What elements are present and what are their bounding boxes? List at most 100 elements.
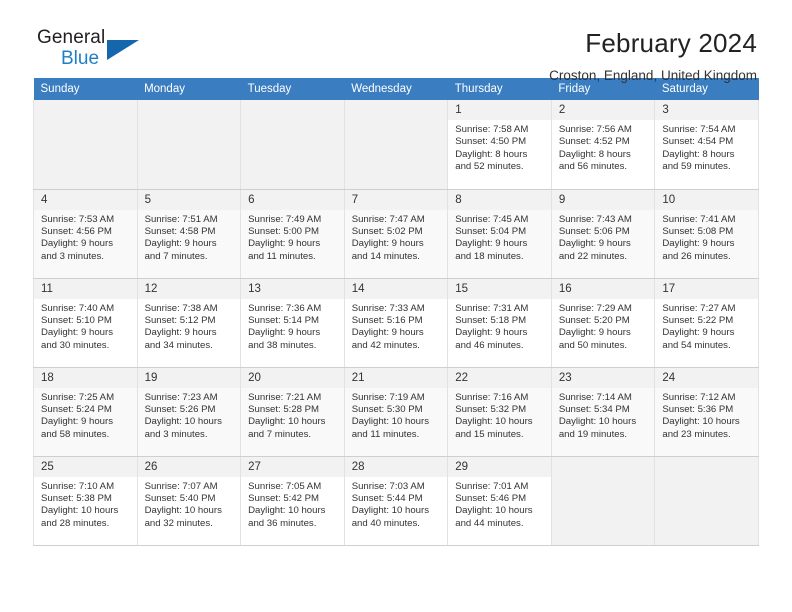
day-number: 4 xyxy=(34,189,137,210)
weekday-header-monday: Monday xyxy=(137,78,241,100)
calendar-day-cell[interactable]: 21 Sunrise: 7:19 AM Sunset: 5:30 PM Dayligh… xyxy=(343,367,449,457)
sunrise-text: Sunrise: 7:12 AM xyxy=(662,391,736,403)
calendar-day-cell[interactable]: 11 Sunrise: 7:40 AM Sunset: 5:10 PM Dayligh… xyxy=(33,278,138,368)
sunset-text: Sunset: 5:24 PM xyxy=(41,403,112,415)
calendar-day-cell[interactable]: 14 Sunrise: 7:33 AM Sunset: 5:16 PM Dayligh… xyxy=(343,278,449,368)
daylight-text-line2: and 59 minutes. xyxy=(662,161,731,173)
sunrise-text: Sunrise: 7:45 AM xyxy=(455,213,529,225)
calendar-day-cell[interactable]: 15 Sunrise: 7:31 AM Sunset: 5:18 PM Dayligh… xyxy=(447,278,552,368)
calendar-day-cell[interactable]: 6 Sunrise: 7:49 AM Sunset: 5:00 PM Daylight… xyxy=(240,189,345,279)
calendar-day-cell[interactable]: 3 Sunrise: 7:54 AM Sunset: 4:54 PM Daylight… xyxy=(654,100,759,190)
day-number: 22 xyxy=(448,367,551,388)
daylight-text-line1: Daylight: 9 hours xyxy=(662,238,735,250)
day-details: Sunrise: 7:56 AM Sunset: 4:52 PM Daylight:… xyxy=(552,120,655,174)
day-number: 7 xyxy=(344,189,448,210)
calendar-day-cell[interactable]: 23 Sunrise: 7:14 AM Sunset: 5:34 PM Dayligh… xyxy=(550,367,656,457)
calendar-day-cell[interactable]: 29 Sunrise: 7:01 AM Sunset: 5:46 PM Dayligh… xyxy=(447,456,552,546)
daylight-text-line2: and 58 minutes. xyxy=(41,428,110,440)
day-number: 17 xyxy=(655,278,758,299)
sunrise-text: Sunrise: 7:27 AM xyxy=(662,302,736,314)
daylight-text-line1: Daylight: 8 hours xyxy=(662,148,735,160)
day-number: 9 xyxy=(551,189,655,210)
sunrise-text: Sunrise: 7:25 AM xyxy=(41,391,115,403)
calendar-page: General Blue February 2024 Croston, Engl… xyxy=(0,0,792,612)
calendar-day-cell[interactable]: 24 Sunrise: 7:12 AM Sunset: 5:36 PM Dayligh… xyxy=(654,367,759,457)
sunrise-text: Sunrise: 7:54 AM xyxy=(662,124,736,135)
calendar-day-cell[interactable]: 4 Sunrise: 7:53 AM Sunset: 4:56 PM Daylight… xyxy=(33,189,138,279)
day-number: 11 xyxy=(34,278,137,299)
daylight-text-line1: Daylight: 9 hours xyxy=(41,327,113,339)
calendar-day-cell[interactable]: 22 Sunrise: 7:16 AM Sunset: 5:32 PM Dayligh… xyxy=(447,367,552,457)
daylight-text-line2: and 11 minutes. xyxy=(248,250,316,262)
day-details: Sunrise: 7:05 AM Sunset: 5:42 PM Daylight:… xyxy=(241,477,344,531)
daylight-text-line2: and 36 minutes. xyxy=(248,517,317,529)
calendar-day-cell[interactable]: 1 Sunrise: 7:58 AM Sunset: 4:50 PM Daylight… xyxy=(447,100,552,190)
calendar-day-cell[interactable]: 10 Sunrise: 7:41 AM Sunset: 5:08 PM Dayligh… xyxy=(654,189,759,279)
day-details: Sunrise: 7:12 AM Sunset: 5:36 PM Daylight:… xyxy=(655,388,758,442)
daylight-text-line1: Daylight: 9 hours xyxy=(248,238,321,250)
day-details: Sunrise: 7:07 AM Sunset: 5:40 PM Daylight:… xyxy=(138,477,241,531)
daylight-text-line2: and 26 minutes. xyxy=(662,250,731,262)
calendar-day-cell[interactable]: 7 Sunrise: 7:47 AM Sunset: 5:02 PM Daylight… xyxy=(343,189,449,279)
sunset-text: Sunset: 4:50 PM xyxy=(455,136,527,148)
calendar-day-cell[interactable]: 8 Sunrise: 7:45 AM Sunset: 5:04 PM Daylight… xyxy=(447,189,552,279)
sunset-text: Sunset: 5:26 PM xyxy=(144,403,216,415)
sunrise-text: Sunrise: 7:41 AM xyxy=(662,213,736,225)
calendar-day-cell[interactable]: 17 Sunrise: 7:27 AM Sunset: 5:22 PM Dayligh… xyxy=(654,278,759,368)
calendar-day-cell[interactable]: 5 Sunrise: 7:51 AM Sunset: 4:58 PM Daylight… xyxy=(136,189,242,279)
calendar-day-cell[interactable]: 18 Sunrise: 7:25 AM Sunset: 5:24 PM Dayligh… xyxy=(33,367,138,457)
daylight-text-line2: and 50 minutes. xyxy=(558,339,628,351)
day-details: Sunrise: 7:31 AM Sunset: 5:18 PM Daylight:… xyxy=(448,299,551,353)
day-details: Sunrise: 7:47 AM Sunset: 5:02 PM Daylight:… xyxy=(345,210,448,264)
daylight-text-line1: Daylight: 10 hours xyxy=(248,505,326,517)
day-number: 28 xyxy=(344,456,448,477)
daylight-text-line2: and 7 minutes. xyxy=(248,428,312,440)
calendar-week-row: 4 Sunrise: 7:53 AM Sunset: 4:56 PM Daylight… xyxy=(33,189,759,279)
sunrise-text: Sunrise: 7:19 AM xyxy=(351,391,425,403)
day-details: Sunrise: 7:03 AM Sunset: 5:44 PM Daylight:… xyxy=(345,477,448,531)
daylight-text-line1: Daylight: 9 hours xyxy=(144,238,217,250)
sunrise-text: Sunrise: 7:36 AM xyxy=(248,302,322,314)
sunrise-text: Sunrise: 7:05 AM xyxy=(248,480,322,492)
sunset-text: Sunset: 5:16 PM xyxy=(351,314,423,326)
sunset-text: Sunset: 5:10 PM xyxy=(41,314,112,326)
calendar-day-cell[interactable]: 2 Sunrise: 7:56 AM Sunset: 4:52 PM Daylight… xyxy=(550,100,656,190)
day-details: Sunrise: 7:49 AM Sunset: 5:00 PM Daylight:… xyxy=(241,210,344,264)
calendar-day-cell[interactable]: 20 Sunrise: 7:21 AM Sunset: 5:28 PM Dayligh… xyxy=(240,367,345,457)
general-blue-logo: General Blue xyxy=(33,28,153,80)
day-number: 16 xyxy=(551,278,655,299)
day-details: Sunrise: 7:45 AM Sunset: 5:04 PM Daylight:… xyxy=(448,210,551,264)
daylight-text-line2: and 18 minutes. xyxy=(455,250,524,262)
calendar-day-cell[interactable]: 19 Sunrise: 7:23 AM Sunset: 5:26 PM Dayligh… xyxy=(136,367,242,457)
sunrise-text: Sunrise: 7:29 AM xyxy=(558,302,632,314)
page-title: February 2024 xyxy=(585,28,757,58)
sunrise-sunset-calendar: Sunday Monday Tuesday Wednesday Thursday… xyxy=(33,78,759,546)
calendar-day-cell[interactable]: 25 Sunrise: 7:10 AM Sunset: 5:38 PM Dayligh… xyxy=(33,456,138,546)
daylight-text-line1: Daylight: 10 hours xyxy=(455,416,533,428)
calendar-day-cell[interactable]: 26 Sunrise: 7:07 AM Sunset: 5:40 PM Dayligh… xyxy=(136,456,242,546)
calendar-day-cell[interactable]: 16 Sunrise: 7:29 AM Sunset: 5:20 PM Dayligh… xyxy=(550,278,656,368)
sunrise-text: Sunrise: 7:47 AM xyxy=(351,213,425,225)
calendar-day-cell[interactable]: 13 Sunrise: 7:36 AM Sunset: 5:14 PM Dayligh… xyxy=(240,278,345,368)
daylight-text-line1: Daylight: 8 hours xyxy=(558,148,631,160)
weekday-header-thursday: Thursday xyxy=(447,78,552,100)
day-details: Sunrise: 7:10 AM Sunset: 5:38 PM Daylight:… xyxy=(34,477,137,531)
daylight-text-line1: Daylight: 9 hours xyxy=(41,238,113,250)
sunset-text: Sunset: 5:22 PM xyxy=(662,314,734,326)
calendar-day-cell[interactable]: 12 Sunrise: 7:38 AM Sunset: 5:12 PM Dayligh… xyxy=(136,278,242,368)
daylight-text-line1: Daylight: 9 hours xyxy=(455,327,528,339)
daylight-text-line2: and 30 minutes. xyxy=(41,339,110,351)
sunset-text: Sunset: 5:44 PM xyxy=(351,492,423,504)
calendar-day-cell[interactable]: 9 Sunrise: 7:43 AM Sunset: 5:06 PM Daylight… xyxy=(550,189,656,279)
day-number: 19 xyxy=(137,367,241,388)
calendar-cell-empty xyxy=(136,100,242,190)
calendar-day-cell[interactable]: 27 Sunrise: 7:05 AM Sunset: 5:42 PM Dayligh… xyxy=(240,456,345,546)
calendar-day-cell[interactable]: 28 Sunrise: 7:03 AM Sunset: 5:44 PM Dayligh… xyxy=(343,456,449,546)
daylight-text-line2: and 54 minutes. xyxy=(662,339,731,351)
daylight-text-line1: Daylight: 9 hours xyxy=(351,327,424,339)
day-details: Sunrise: 7:54 AM Sunset: 4:54 PM Daylight:… xyxy=(655,120,758,174)
day-number: 13 xyxy=(241,278,344,299)
day-number: 29 xyxy=(448,456,551,477)
daylight-text-line2: and 34 minutes. xyxy=(144,339,213,351)
daylight-text-line2: and 56 minutes. xyxy=(558,161,628,173)
